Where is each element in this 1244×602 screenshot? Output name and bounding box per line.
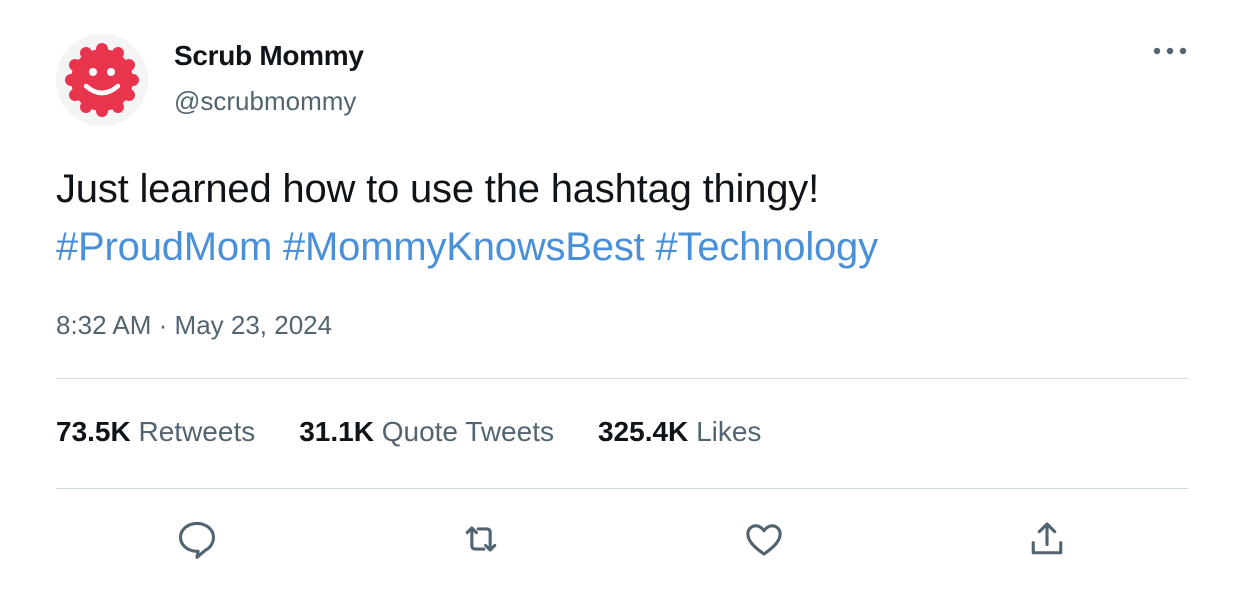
tweet-timestamp[interactable]: 8:32 AM · May 23, 2024 (56, 310, 332, 341)
hashtag-line: #ProudMom #MommyKnowsBest #Technology (56, 218, 1186, 276)
engagement-stats: 73.5K Retweets 31.1K Quote Tweets 325.4K L… (56, 416, 805, 448)
likes-stat[interactable]: 325.4K Likes (598, 416, 761, 448)
retweet-icon (465, 526, 497, 552)
like-button[interactable] (739, 514, 789, 564)
tweet-card: Scrub Mommy @scrubmommy Just learned how… (0, 0, 1244, 602)
quote-tweets-count: 31.1K (299, 416, 374, 447)
reply-icon (178, 521, 216, 559)
timestamp-separator: · (158, 310, 168, 340)
scrub-mommy-sponge-image (56, 34, 148, 126)
heart-icon (746, 524, 782, 556)
likes-label: Likes (696, 416, 762, 447)
hashtag-mommyknowsbest[interactable]: #MommyKnowsBest (283, 225, 645, 269)
quote-tweets-label: Quote Tweets (381, 416, 554, 447)
retweet-button[interactable] (456, 514, 506, 564)
likes-count: 325.4K (597, 416, 689, 447)
share-button[interactable] (1022, 514, 1072, 564)
author-name[interactable]: Scrub Mommy (174, 40, 364, 72)
author-handle[interactable]: @scrubmommy (174, 86, 356, 117)
tweet-date: May 23, 2024 (174, 310, 333, 340)
divider (56, 488, 1188, 489)
avatar[interactable] (56, 34, 148, 126)
hashtag-proudmom[interactable]: #ProudMom (56, 225, 272, 269)
retweets-stat[interactable]: 73.5K Retweets (56, 416, 255, 448)
action-bar (0, 514, 1244, 564)
retweets-label: Retweets (138, 416, 256, 447)
tweet-time: 8:32 AM (56, 310, 152, 340)
retweets-count: 73.5K (56, 416, 131, 447)
share-icon (1031, 522, 1063, 555)
more-icon (1153, 47, 1187, 55)
more-options-button[interactable] (1150, 34, 1190, 68)
tweet-body: Just learned how to use the hashtag thin… (56, 167, 820, 211)
divider (56, 378, 1188, 379)
reply-button[interactable] (172, 514, 222, 564)
quote-tweets-stat[interactable]: 31.1K Quote Tweets (299, 416, 554, 448)
tweet-text: Just learned how to use the hashtag thin… (56, 160, 1186, 276)
hashtag-technology[interactable]: #Technology (655, 225, 878, 269)
